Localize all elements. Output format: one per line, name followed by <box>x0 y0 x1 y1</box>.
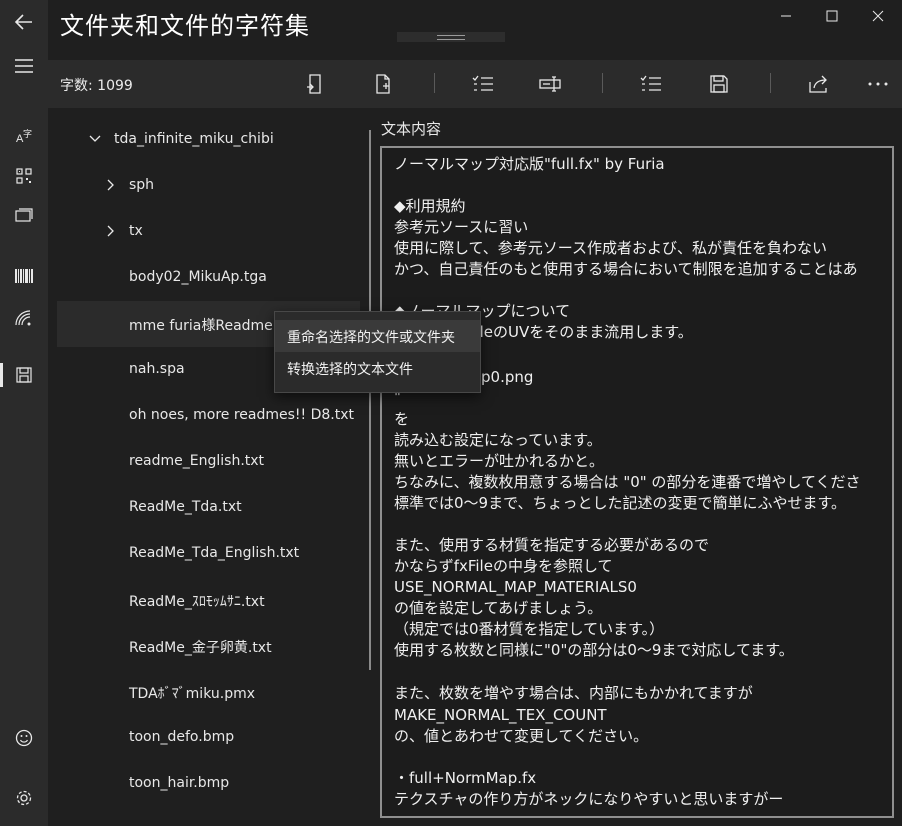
context-menu-label: 重命名选择的文件或文件夹 <box>287 330 455 346</box>
open-file-icon[interactable] <box>300 70 330 98</box>
close-icon[interactable] <box>855 0 901 32</box>
text-line: 読み込む設定になっています。 <box>394 431 602 449</box>
tree-folder[interactable]: tx <box>57 209 360 255</box>
text-line: の値を設定してあげましょう。 <box>394 599 603 617</box>
tree-file[interactable]: toon_defo.bmp <box>57 715 360 761</box>
tree-file[interactable]: toon_hair.bmp <box>57 761 360 807</box>
smiley-icon[interactable] <box>0 718 48 758</box>
svg-text:字: 字 <box>23 128 32 140</box>
tree-folder-label: sph <box>129 177 155 193</box>
back-arrow-icon[interactable] <box>0 2 48 42</box>
tree-root-folder[interactable]: tda_infinite_miku_chibi <box>57 117 360 163</box>
file-label: nah.spa <box>129 361 185 377</box>
save-icon[interactable] <box>704 70 734 98</box>
text-line: ちなみに、複数枚用意する場合は "0" の部分を連番で増やしてくださ <box>394 473 861 491</box>
share-icon[interactable] <box>804 70 834 98</box>
rename-field-icon[interactable] <box>536 70 566 98</box>
text-line: MAKE_NORMAL_TEX_COUNT <box>394 706 607 724</box>
text-line: また、枚数を増やす場合は、内部にもかかれてますが <box>394 684 753 702</box>
file-label: mme furia様Readme.t <box>129 318 283 334</box>
text-line: xFileのUVをそのまま流用します。 <box>459 323 693 341</box>
separator <box>602 73 603 93</box>
text-line: かならずfxFileの中身を参照して <box>394 557 613 575</box>
file-label: oh noes, more readmes!! D8.txt <box>129 407 354 423</box>
tree-root-label: tda_infinite_miku_chibi <box>114 131 274 147</box>
window-title: 文件夹和文件的字符集 <box>60 12 310 40</box>
checklist-alt-icon[interactable] <box>636 70 666 98</box>
file-label: toon_defo.bmp <box>129 729 235 745</box>
title-bar: 文件夹和文件的字符集 <box>48 0 902 60</box>
tree-file[interactable]: oh noes, more readmes!! D8.txt <box>57 393 360 439</box>
text-line: 標準では0～9まで、ちょっとした記述の変更で簡単にふやせます。 <box>394 494 846 512</box>
text-line: ◆利用規約 <box>394 197 466 215</box>
minimize-icon[interactable] <box>763 0 809 32</box>
checklist-icon[interactable] <box>468 70 498 98</box>
text-line: の、値とあわせて変更してください。 <box>394 727 649 745</box>
new-file-icon[interactable] <box>368 70 398 98</box>
tree-folder[interactable]: sph <box>57 163 360 209</box>
context-menu: 重命名选择的文件或文件夹 转换选择的文本文件 <box>274 311 481 393</box>
file-label: TDAﾎﾞﾏﾞmiku.pmx <box>129 686 255 702</box>
context-menu-rename[interactable]: 重命名选择的文件或文件夹 <box>275 320 480 352</box>
drag-handle[interactable] <box>397 32 505 42</box>
file-label: ReadMe_Tda.txt <box>129 499 242 515</box>
pane-splitter[interactable] <box>369 130 371 670</box>
more-icon[interactable] <box>863 70 893 98</box>
left-navigation-rail: A字 <box>0 0 48 826</box>
context-menu-label: 转换选择的文本文件 <box>287 362 413 378</box>
command-bar: 字数: 1099 <box>48 60 902 108</box>
wifi-icon[interactable] <box>0 298 48 338</box>
text-line: ノーマルマップ対応版"full.fx" by Furia <box>394 155 665 173</box>
barcode-icon[interactable] <box>0 256 48 296</box>
file-label: ReadMe_Tda_English.txt <box>129 545 300 561</box>
file-tree: tda_infinite_miku_chibi sph tx body02_Mi… <box>48 108 360 826</box>
tree-file[interactable]: ReadMe_ｽﾛﾓｯﾑｻﾆ.txt <box>57 577 360 623</box>
chevron-down-icon[interactable] <box>88 132 102 146</box>
text-line: ・full+NormMap.fx <box>394 769 537 787</box>
separator <box>434 73 435 93</box>
content-label: 文本内容 <box>381 120 442 138</box>
text-content-box[interactable]: ノーマルマップ対応版"full.fx" by Furia ◆利用規約 参考元ソー… <box>380 146 894 818</box>
text-line: また、使用する材質を指定する必要があるので <box>394 536 710 554</box>
text-line: （規定では0番材質を指定しています。） <box>394 620 665 638</box>
text-line: かつ、自己責任のもと使用する場合において制限を追加することはあ <box>394 260 858 278</box>
file-label: toon_hair.bmp <box>129 775 230 791</box>
tree-file[interactable]: ReadMe_Tda.txt <box>57 485 360 531</box>
text-line: 使用する枚数と同様に"0"の部分は0～9まで対応してます。 <box>394 641 794 659</box>
qr-code-icon[interactable] <box>0 156 48 196</box>
separator <box>770 73 771 93</box>
text-line: テクスチャの作り方がネックになりやすいと思いますがー <box>394 790 784 808</box>
chevron-right-icon[interactable] <box>104 224 118 238</box>
save-drive-icon[interactable] <box>0 355 48 395</box>
file-label: body02_MikuAp.tga <box>129 269 267 285</box>
file-label: ReadMe_金子卵黄.txt <box>129 640 272 656</box>
context-menu-convert[interactable]: 转换选择的文本文件 <box>275 352 480 384</box>
settings-gear-icon[interactable] <box>0 778 48 818</box>
character-count: 字数: 1099 <box>60 78 133 94</box>
maximize-icon[interactable] <box>809 0 855 32</box>
text-line: USE_NORMAL_MAP_MATERIALS0 <box>394 578 637 596</box>
text-line: を <box>394 410 410 428</box>
layers-icon[interactable] <box>0 196 48 236</box>
tree-file[interactable]: TDAﾎﾞﾏﾞmiku.pmx <box>57 669 360 715</box>
tree-file[interactable]: readme_English.txt <box>57 439 360 485</box>
chevron-right-icon[interactable] <box>104 178 118 192</box>
file-label: ReadMe_ｽﾛﾓｯﾑｻﾆ.txt <box>129 594 265 610</box>
tree-file[interactable]: body02_MikuAp.tga <box>57 255 360 301</box>
text-line: 無いとエラーが吐かれるかと。 <box>394 452 605 470</box>
tree-folder-label: tx <box>129 223 143 239</box>
tree-file[interactable]: ReadMe_Tda_English.txt <box>57 531 360 577</box>
charset-icon[interactable]: A字 <box>0 116 48 156</box>
text-line: 使用に際して、参考元ソース作成者および、私が責任を負わない <box>394 239 828 257</box>
text-line: 参考元ソースに習い <box>394 218 529 236</box>
file-label: readme_English.txt <box>129 453 265 469</box>
tree-file[interactable]: ReadMe_金子卵黄.txt <box>57 623 360 669</box>
text-line: p0.png <box>481 368 534 386</box>
hamburger-menu-icon[interactable] <box>0 46 48 86</box>
